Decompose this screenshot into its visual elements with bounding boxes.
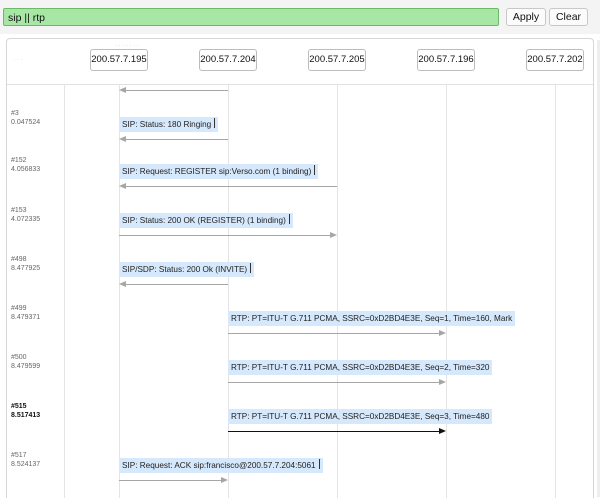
message-arrow xyxy=(123,284,228,285)
frame-time: 8.479599 xyxy=(11,363,41,370)
host-header-200-57-7-202[interactable]: 200.57.7.202 xyxy=(526,49,584,71)
frame-time: 8.517413 xyxy=(11,412,41,419)
host-header-200-57-7-195[interactable]: 200.57.7.195 xyxy=(90,49,148,71)
lifeline-200-57-7-195 xyxy=(119,85,120,498)
display-filter-input[interactable]: sip || rtp xyxy=(3,8,499,26)
frame-time: 0.047524 xyxy=(11,119,41,126)
frame-time: 8.524137 xyxy=(11,461,41,468)
lifeline-200-57-7-202 xyxy=(555,85,556,498)
message-arrow xyxy=(123,186,337,187)
frame-number[interactable]: #3 xyxy=(11,109,19,118)
faded-header-text: · · · xyxy=(13,57,23,63)
header-separator xyxy=(7,84,593,85)
host-header-200-57-7-204[interactable]: 200.57.7.204 xyxy=(199,49,257,71)
lifeline-200-57-7-205 xyxy=(337,85,338,498)
message-arrow xyxy=(119,235,330,236)
frame-time: 8.479371 xyxy=(11,314,41,321)
message-label[interactable]: SIP: Status: 200 OK (REGISTER) (1 bindin… xyxy=(119,213,293,228)
frame-number[interactable]: #515 xyxy=(11,402,27,411)
text-cursor xyxy=(214,118,216,128)
frame-time: 4.056833 xyxy=(11,166,41,173)
column-divider xyxy=(64,85,65,498)
frame-number[interactable]: #152 xyxy=(11,156,27,165)
frame-time: 4.072335 xyxy=(11,216,41,223)
message-label[interactable]: SIP: Status: 180 Ringing xyxy=(119,117,219,132)
arrow-head xyxy=(439,330,446,336)
arrow-head xyxy=(439,379,446,385)
flow-graph-panel: · · · · · · · · · · 200.57.7.195 200.57.… xyxy=(6,38,594,498)
host-header-200-57-7-205[interactable]: 200.57.7.205 xyxy=(308,49,366,71)
message-arrow xyxy=(228,431,439,432)
message-arrow xyxy=(123,139,228,140)
message-arrow xyxy=(228,382,439,383)
arrow-head xyxy=(330,232,337,238)
arrow-head xyxy=(221,477,228,483)
text-cursor xyxy=(318,459,320,469)
message-label[interactable]: RTP: PT=ITU-T G.711 PCMA, SSRC=0xD2BD4E3… xyxy=(228,311,516,326)
frame-number[interactable]: #499 xyxy=(11,304,27,313)
frame-time: 8.477925 xyxy=(11,265,41,272)
frame-number[interactable]: #500 xyxy=(11,353,27,362)
message-arrow xyxy=(123,90,228,91)
host-header-200-57-7-196[interactable]: 200.57.7.196 xyxy=(417,49,475,71)
clear-button[interactable]: Clear xyxy=(549,8,588,26)
lifeline-200-57-7-204 xyxy=(228,85,229,498)
frame-number[interactable]: #153 xyxy=(11,206,27,215)
message-label[interactable]: RTP: PT=ITU-T G.711 PCMA, SSRC=0xD2BD4E3… xyxy=(228,409,493,424)
message-label[interactable]: SIP: Request: ACK sip:francisco@200.57.7… xyxy=(119,458,323,473)
apply-button[interactable]: Apply xyxy=(506,8,546,26)
frame-number[interactable]: #517 xyxy=(11,451,27,460)
message-label[interactable]: SIP/SDP: Status: 200 Ok (INVITE) xyxy=(119,262,255,277)
arrow-head xyxy=(119,136,126,142)
message-label[interactable]: RTP: PT=ITU-T G.711 PCMA, SSRC=0xD2BD4E3… xyxy=(228,360,493,375)
text-cursor xyxy=(250,263,252,273)
text-cursor xyxy=(314,165,316,175)
frame-number[interactable]: #498 xyxy=(11,255,27,264)
arrow-head xyxy=(119,281,126,287)
text-cursor xyxy=(288,214,290,224)
lifeline-200-57-7-196 xyxy=(446,85,447,498)
message-arrow xyxy=(119,480,221,481)
filter-bar: sip || rtp Apply Clear xyxy=(0,0,600,34)
message-label[interactable]: SIP: Request: REGISTER sip:Verso.com (1 … xyxy=(119,164,319,179)
arrow-head xyxy=(119,183,126,189)
arrow-head xyxy=(439,428,446,434)
message-arrow xyxy=(228,333,439,334)
arrow-head xyxy=(119,87,126,93)
